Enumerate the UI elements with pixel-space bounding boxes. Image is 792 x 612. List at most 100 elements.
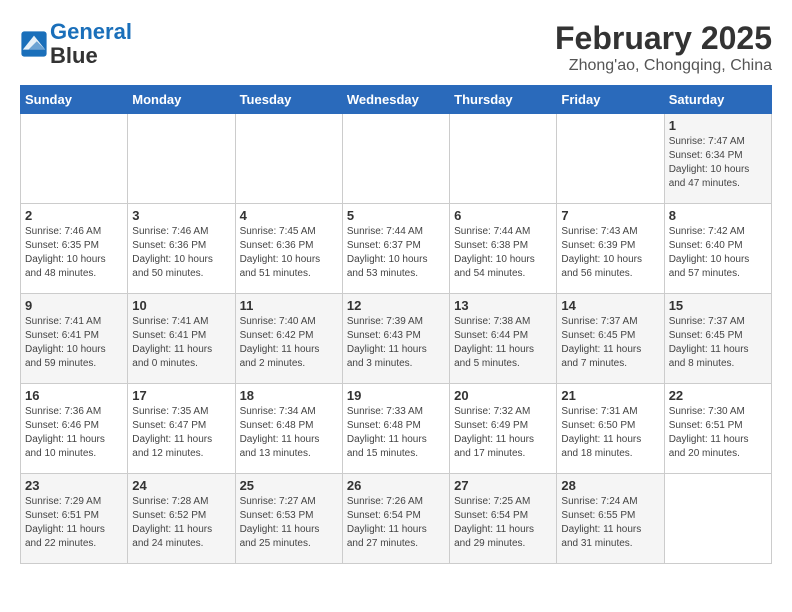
weekday-header: Saturday xyxy=(664,86,771,114)
calendar-cell: 19 Sunrise: 7:33 AM Sunset: 6:48 PM Dayli… xyxy=(342,384,449,474)
day-number: 3 xyxy=(132,208,230,223)
day-number: 8 xyxy=(669,208,767,223)
day-number: 24 xyxy=(132,478,230,493)
calendar-cell: 10 Sunrise: 7:41 AM Sunset: 6:41 PM Dayli… xyxy=(128,294,235,384)
day-info: Sunrise: 7:46 AM Sunset: 6:36 PM Dayligh… xyxy=(132,225,230,281)
logo-line2: Blue xyxy=(50,43,98,68)
calendar-cell: 14 Sunrise: 7:37 AM Sunset: 6:45 PM Dayli… xyxy=(557,294,664,384)
calendar-cell: 8 Sunrise: 7:42 AM Sunset: 6:40 PM Daylig… xyxy=(664,204,771,294)
day-number: 12 xyxy=(347,298,445,313)
day-number: 27 xyxy=(454,478,552,493)
day-number: 19 xyxy=(347,388,445,403)
calendar-week-row: 9 Sunrise: 7:41 AM Sunset: 6:41 PM Daylig… xyxy=(21,294,772,384)
calendar-week-row: 2Sunrise: 7:46 AM Sunset: 6:35 PM Daylig… xyxy=(21,204,772,294)
day-info: Sunrise: 7:40 AM Sunset: 6:42 PM Dayligh… xyxy=(240,315,338,371)
weekday-header: Wednesday xyxy=(342,86,449,114)
calendar-cell xyxy=(235,114,342,204)
day-info: Sunrise: 7:41 AM Sunset: 6:41 PM Dayligh… xyxy=(132,315,230,371)
calendar-cell xyxy=(342,114,449,204)
calendar-cell: 25Sunrise: 7:27 AM Sunset: 6:53 PM Dayli… xyxy=(235,474,342,564)
calendar-cell: 15 Sunrise: 7:37 AM Sunset: 6:45 PM Dayli… xyxy=(664,294,771,384)
calendar-cell: 17 Sunrise: 7:35 AM Sunset: 6:47 PM Dayli… xyxy=(128,384,235,474)
day-info: Sunrise: 7:32 AM Sunset: 6:49 PM Dayligh… xyxy=(454,405,552,461)
logo-text: General Blue xyxy=(50,20,132,68)
day-info: Sunrise: 7:31 AM Sunset: 6:50 PM Dayligh… xyxy=(561,405,659,461)
weekday-header: Thursday xyxy=(450,86,557,114)
day-info: Sunrise: 7:26 AM Sunset: 6:54 PM Dayligh… xyxy=(347,495,445,551)
month-title: February 2025 xyxy=(555,20,772,57)
calendar-cell: 11 Sunrise: 7:40 AM Sunset: 6:42 PM Dayli… xyxy=(235,294,342,384)
day-info: Sunrise: 7:28 AM Sunset: 6:52 PM Dayligh… xyxy=(132,495,230,551)
day-number: 9 xyxy=(25,298,123,313)
day-number: 15 xyxy=(669,298,767,313)
calendar-cell: 5 Sunrise: 7:44 AM Sunset: 6:37 PM Daylig… xyxy=(342,204,449,294)
weekday-header: Sunday xyxy=(21,86,128,114)
page-header: General Blue February 2025 Zhong'ao, Cho… xyxy=(20,20,772,75)
day-number: 1 xyxy=(669,118,767,133)
calendar-cell xyxy=(557,114,664,204)
day-info: Sunrise: 7:44 AM Sunset: 6:37 PM Dayligh… xyxy=(347,225,445,281)
day-info: Sunrise: 7:36 AM Sunset: 6:46 PM Dayligh… xyxy=(25,405,123,461)
day-number: 7 xyxy=(561,208,659,223)
day-info: Sunrise: 7:37 AM Sunset: 6:45 PM Dayligh… xyxy=(561,315,659,371)
day-info: Sunrise: 7:30 AM Sunset: 6:51 PM Dayligh… xyxy=(669,405,767,461)
calendar-cell: 9 Sunrise: 7:41 AM Sunset: 6:41 PM Daylig… xyxy=(21,294,128,384)
calendar-table: SundayMondayTuesdayWednesdayThursdayFrid… xyxy=(20,85,772,564)
weekday-header: Friday xyxy=(557,86,664,114)
calendar-cell xyxy=(664,474,771,564)
day-info: Sunrise: 7:33 AM Sunset: 6:48 PM Dayligh… xyxy=(347,405,445,461)
calendar-cell: 16 Sunrise: 7:36 AM Sunset: 6:46 PM Dayli… xyxy=(21,384,128,474)
day-number: 10 xyxy=(132,298,230,313)
day-number: 23 xyxy=(25,478,123,493)
logo-icon xyxy=(20,30,48,58)
calendar-cell xyxy=(128,114,235,204)
day-info: Sunrise: 7:25 AM Sunset: 6:54 PM Dayligh… xyxy=(454,495,552,551)
calendar-cell: 13Sunrise: 7:38 AM Sunset: 6:44 PM Dayli… xyxy=(450,294,557,384)
logo-line1: General xyxy=(50,19,132,44)
weekday-header: Tuesday xyxy=(235,86,342,114)
day-info: Sunrise: 7:46 AM Sunset: 6:35 PM Dayligh… xyxy=(25,225,123,281)
day-number: 17 xyxy=(132,388,230,403)
logo: General Blue xyxy=(20,20,132,68)
day-info: Sunrise: 7:47 AM Sunset: 6:34 PM Dayligh… xyxy=(669,135,767,191)
calendar-cell: 21 Sunrise: 7:31 AM Sunset: 6:50 PM Dayli… xyxy=(557,384,664,474)
calendar-cell: 2Sunrise: 7:46 AM Sunset: 6:35 PM Daylig… xyxy=(21,204,128,294)
day-info: Sunrise: 7:42 AM Sunset: 6:40 PM Dayligh… xyxy=(669,225,767,281)
calendar-cell xyxy=(21,114,128,204)
day-info: Sunrise: 7:35 AM Sunset: 6:47 PM Dayligh… xyxy=(132,405,230,461)
day-number: 22 xyxy=(669,388,767,403)
day-info: Sunrise: 7:37 AM Sunset: 6:45 PM Dayligh… xyxy=(669,315,767,371)
day-number: 16 xyxy=(25,388,123,403)
calendar-cell: 26 Sunrise: 7:26 AM Sunset: 6:54 PM Dayli… xyxy=(342,474,449,564)
calendar-cell: 7 Sunrise: 7:43 AM Sunset: 6:39 PM Daylig… xyxy=(557,204,664,294)
day-number: 20 xyxy=(454,388,552,403)
title-block: February 2025 Zhong'ao, Chongqing, China xyxy=(555,20,772,75)
day-number: 28 xyxy=(561,478,659,493)
day-info: Sunrise: 7:29 AM Sunset: 6:51 PM Dayligh… xyxy=(25,495,123,551)
day-number: 11 xyxy=(240,298,338,313)
day-info: Sunrise: 7:45 AM Sunset: 6:36 PM Dayligh… xyxy=(240,225,338,281)
calendar-cell: 20 Sunrise: 7:32 AM Sunset: 6:49 PM Dayli… xyxy=(450,384,557,474)
calendar-cell: 1 Sunrise: 7:47 AM Sunset: 6:34 PM Daylig… xyxy=(664,114,771,204)
weekday-header-row: SundayMondayTuesdayWednesdayThursdayFrid… xyxy=(21,86,772,114)
calendar-cell: 27 Sunrise: 7:25 AM Sunset: 6:54 PM Dayli… xyxy=(450,474,557,564)
day-info: Sunrise: 7:34 AM Sunset: 6:48 PM Dayligh… xyxy=(240,405,338,461)
day-info: Sunrise: 7:39 AM Sunset: 6:43 PM Dayligh… xyxy=(347,315,445,371)
calendar-week-row: 1 Sunrise: 7:47 AM Sunset: 6:34 PM Daylig… xyxy=(21,114,772,204)
day-number: 14 xyxy=(561,298,659,313)
weekday-header: Monday xyxy=(128,86,235,114)
calendar-cell: 23 Sunrise: 7:29 AM Sunset: 6:51 PM Dayli… xyxy=(21,474,128,564)
calendar-cell xyxy=(450,114,557,204)
day-number: 25 xyxy=(240,478,338,493)
calendar-cell: 3 Sunrise: 7:46 AM Sunset: 6:36 PM Daylig… xyxy=(128,204,235,294)
day-info: Sunrise: 7:43 AM Sunset: 6:39 PM Dayligh… xyxy=(561,225,659,281)
day-info: Sunrise: 7:38 AM Sunset: 6:44 PM Dayligh… xyxy=(454,315,552,371)
day-info: Sunrise: 7:44 AM Sunset: 6:38 PM Dayligh… xyxy=(454,225,552,281)
calendar-cell: 6Sunrise: 7:44 AM Sunset: 6:38 PM Daylig… xyxy=(450,204,557,294)
day-number: 26 xyxy=(347,478,445,493)
location-title: Zhong'ao, Chongqing, China xyxy=(555,57,772,75)
day-number: 5 xyxy=(347,208,445,223)
day-info: Sunrise: 7:41 AM Sunset: 6:41 PM Dayligh… xyxy=(25,315,123,371)
day-number: 21 xyxy=(561,388,659,403)
day-number: 18 xyxy=(240,388,338,403)
